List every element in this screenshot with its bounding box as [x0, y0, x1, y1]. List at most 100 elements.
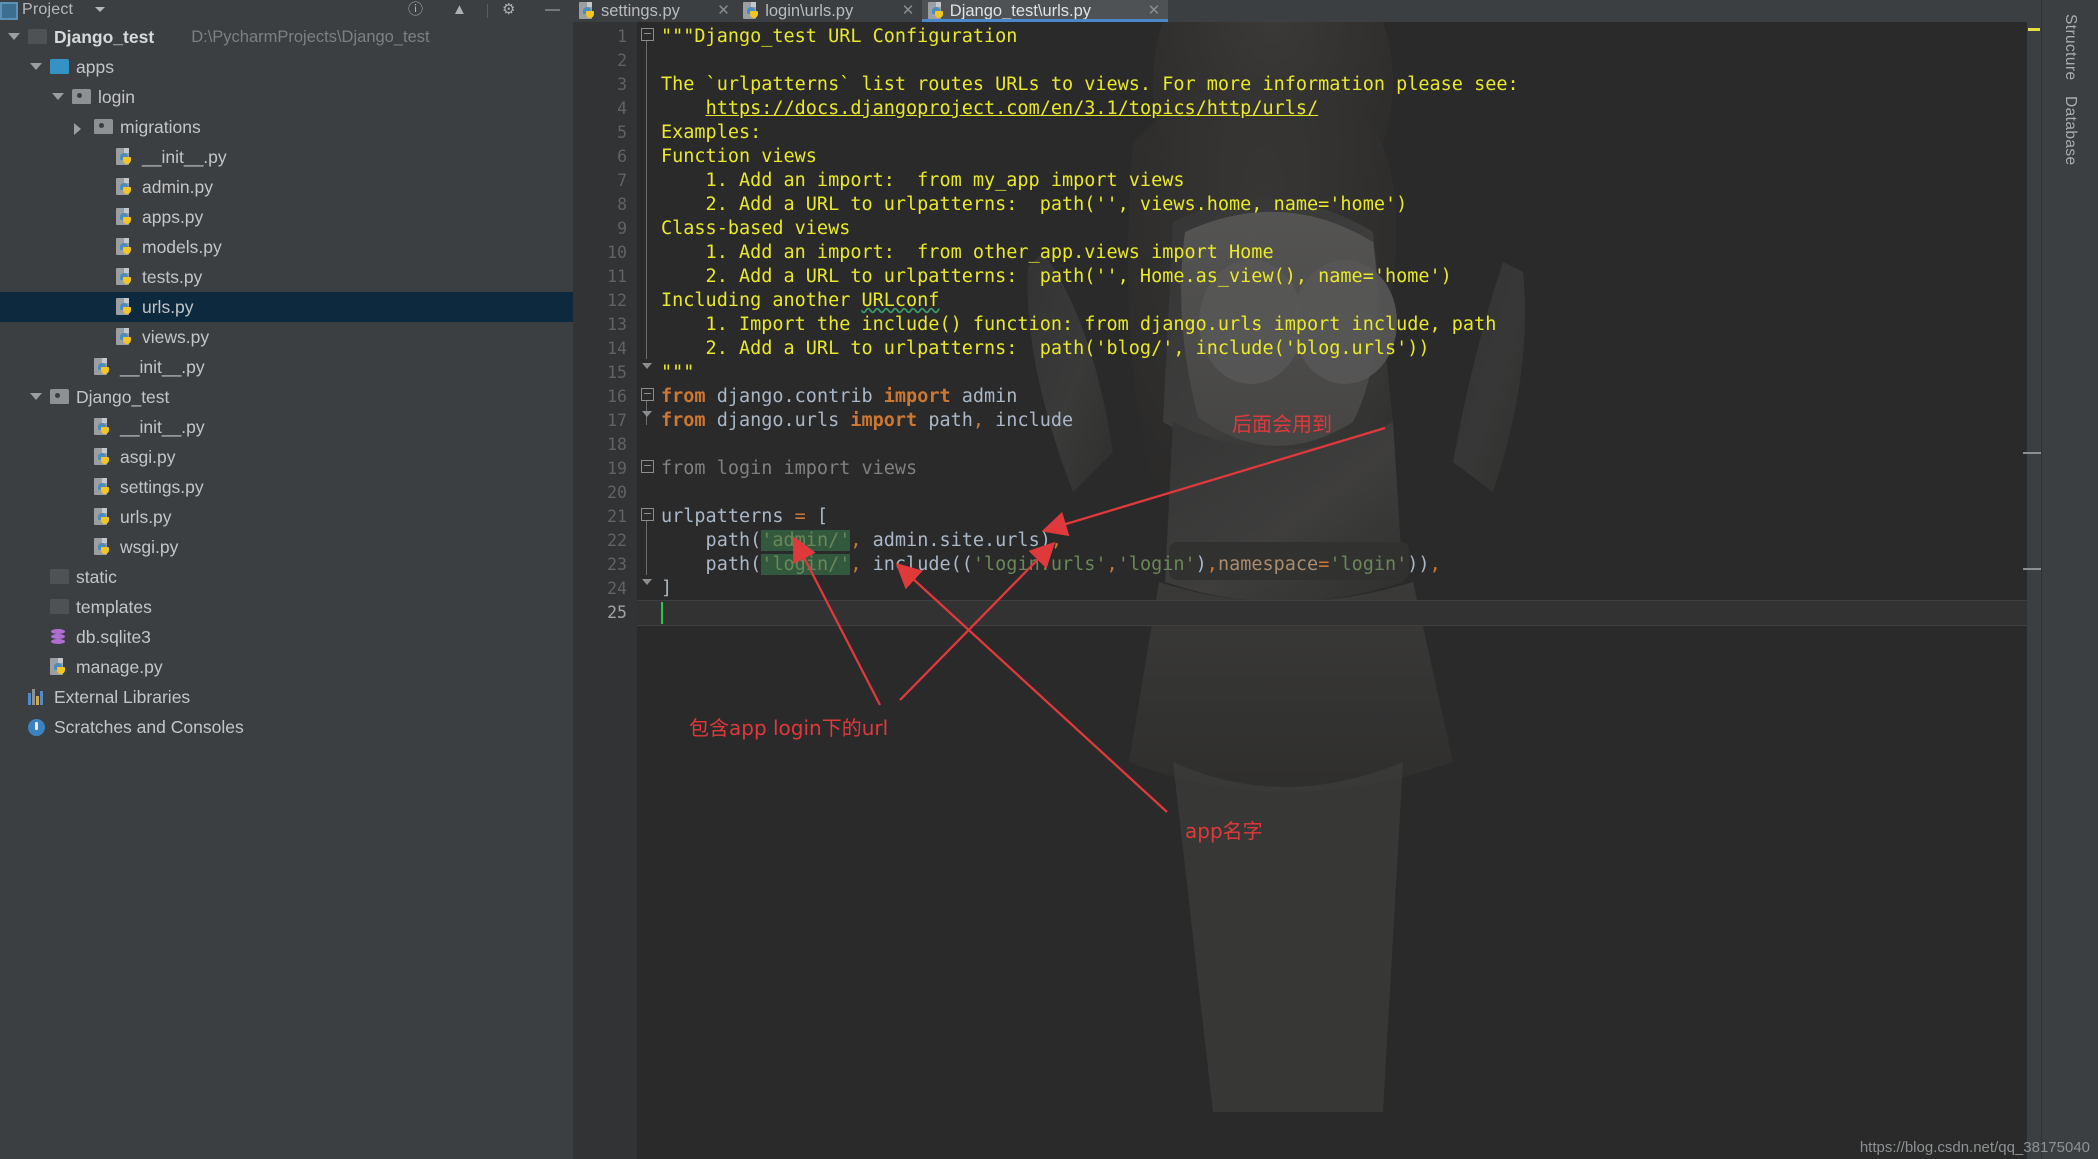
line-number: 13: [607, 315, 627, 334]
code-line[interactable]: urlpatterns = [: [661, 505, 828, 529]
code-token-kwarg: namespace: [1217, 554, 1319, 575]
chevron-down-icon[interactable]: [95, 7, 105, 12]
line-number: 18: [607, 435, 627, 454]
close-icon[interactable]: ✕: [1148, 0, 1161, 22]
editor-tab-login-urls-py[interactable]: login\urls.py ✕: [737, 0, 922, 22]
tree-item-admin-py[interactable]: admin.py: [0, 172, 573, 202]
python-file-icon: [94, 508, 111, 526]
marker-warning[interactable]: [2028, 28, 2040, 31]
code-line[interactable]: from login import views: [661, 457, 917, 481]
code-token-doc: Class-based views: [661, 218, 851, 239]
code-line[interactable]: 1. Add an import: from my_app import vie…: [661, 169, 1185, 193]
tree-item-apps-py[interactable]: apps.py: [0, 202, 573, 232]
close-icon[interactable]: ✕: [902, 0, 915, 22]
marker-fold[interactable]: [2023, 452, 2041, 454]
tree-item-models-py[interactable]: models.py: [0, 232, 573, 262]
editor-tab-django_test-urls-py[interactable]: Django_test\urls.py ✕: [921, 0, 1168, 22]
python-file-icon: [743, 2, 760, 20]
twisty-collapsed-icon[interactable]: [74, 123, 81, 135]
tree-item-tests-py[interactable]: tests.py: [0, 262, 573, 292]
code-token-cm: =: [1318, 554, 1330, 575]
fold-docstring-end[interactable]: [641, 363, 652, 369]
tree-item-__init__-py[interactable]: __init__.py: [0, 412, 573, 442]
structure-tool-window[interactable]: Structure: [2061, 14, 2079, 81]
code-editor[interactable]: 1 2 3 4 5 6 7 8 9 10 11 12 13 14 15 16 17 18 19 20 21 22 23 24 2…: [573, 22, 2041, 1159]
fold-urlpatterns-end[interactable]: [641, 579, 652, 585]
tree-item-migrations[interactable]: migrations: [0, 112, 573, 142]
code-line[interactable]: 2. Add a URL to urlpatterns: path('blog/…: [661, 337, 1430, 361]
tree-item-wsgi-py[interactable]: wsgi.py: [0, 532, 573, 562]
twisty-expanded-icon[interactable]: [30, 393, 42, 400]
tree-item-scratches and consoles[interactable]: Scratches and Consoles: [0, 712, 573, 742]
twisty-expanded-icon[interactable]: [30, 63, 42, 70]
fold-import-login[interactable]: [641, 460, 654, 473]
code-token-gray: from login import views: [661, 458, 918, 479]
marker-fold-2[interactable]: [2023, 568, 2041, 570]
tree-item-label: External Libraries: [54, 687, 191, 707]
code-line[interactable]: from django.urls import path, include: [661, 409, 1073, 433]
tree-item-db-sqlite3[interactable]: db.sqlite3: [0, 622, 573, 652]
tree-item-django_test[interactable]: Django_test D:\PycharmProjects\Django_tes…: [0, 22, 573, 52]
tree-item-urls-py[interactable]: urls.py: [0, 292, 573, 322]
tree-item-urls-py[interactable]: urls.py: [0, 502, 573, 532]
tree-item-static[interactable]: static: [0, 562, 573, 592]
code-line[interactable]: Including another URLconf: [661, 289, 939, 313]
tree-item-settings-py[interactable]: settings.py: [0, 472, 573, 502]
tree-item-views-py[interactable]: views.py: [0, 322, 573, 352]
code-line[interactable]: 1. Import the include() function: from d…: [661, 313, 1497, 337]
twisty-expanded-icon[interactable]: [8, 33, 20, 40]
code-line[interactable]: Function views: [661, 145, 817, 169]
code-token-id: django.contrib: [705, 386, 884, 407]
line-number: 7: [617, 171, 627, 190]
line-number: 15: [607, 363, 627, 382]
database-tool-window[interactable]: Database: [2061, 96, 2079, 166]
code-token-cm: ,: [1050, 530, 1062, 551]
folder-module-icon: [72, 89, 91, 104]
project-tree[interactable]: Django_test D:\PycharmProjects\Django_tes…: [0, 22, 573, 1159]
folder-icon: [50, 569, 69, 584]
editor-tab-bar[interactable]: settings.py ✕ login\urls.py ✕ Django_test\ur…: [573, 0, 2041, 22]
twisty-expanded-icon[interactable]: [52, 93, 64, 100]
settings-gear-icon[interactable]: ⚙: [502, 2, 515, 18]
fold-docstring-start[interactable]: [641, 28, 654, 41]
code-line[interactable]: 1. Add an import: from other_app.views i…: [661, 241, 1274, 265]
tree-item-__init__-py[interactable]: __init__.py: [0, 142, 573, 172]
editor-tab-settings-py[interactable]: settings.py ✕: [573, 0, 737, 22]
tree-item-templates[interactable]: templates: [0, 592, 573, 622]
tree-item-django_test[interactable]: Django_test: [0, 382, 573, 412]
code-line[interactable]: ]: [661, 577, 672, 601]
code-line[interactable]: """: [661, 361, 694, 385]
tree-item-login[interactable]: login: [0, 82, 573, 112]
tree-item-label: manage.py: [76, 657, 163, 677]
code-line[interactable]: https://docs.djangoproject.com/en/3.1/to…: [661, 97, 1319, 121]
close-icon[interactable]: ✕: [717, 0, 730, 22]
code-token-id: ]: [661, 578, 673, 599]
help-icon[interactable]: ⓘ: [408, 2, 423, 18]
python-file-icon: [94, 418, 111, 436]
collapse-all-icon[interactable]: ▲: [452, 2, 467, 18]
code-line[interactable]: """Django_test URL Configuration: [661, 25, 1017, 49]
fold-imports-end[interactable]: [641, 411, 652, 417]
tree-item-__init__-py[interactable]: __init__.py: [0, 352, 573, 382]
hide-panel-icon[interactable]: —: [545, 2, 560, 18]
fold-urlpatterns-start[interactable]: [641, 508, 654, 521]
code-token-doc: """: [661, 362, 695, 383]
tree-item-manage-py[interactable]: manage.py: [0, 652, 573, 682]
editor-marker-bar[interactable]: [2023, 22, 2041, 1159]
code-line[interactable]: path('login/', include(('login.urls','lo…: [661, 553, 1441, 577]
code-line[interactable]: The `urlpatterns` list routes URLs to vi…: [661, 73, 1519, 97]
code-line[interactable]: path('admin/', admin.site.urls),: [661, 529, 1062, 553]
code-line[interactable]: 2. Add a URL to urlpatterns: path('', Ho…: [661, 265, 1452, 289]
tree-item-asgi-py[interactable]: asgi.py: [0, 442, 573, 472]
code-folding-column[interactable]: [637, 22, 657, 1159]
code-line[interactable]: Class-based views: [661, 217, 850, 241]
code-line[interactable]: 2. Add a URL to urlpatterns: path('', vi…: [661, 193, 1408, 217]
fold-imports-start[interactable]: [641, 388, 654, 401]
tree-item-external libraries[interactable]: External Libraries: [0, 682, 573, 712]
code-line[interactable]: from django.contrib import admin: [661, 385, 1017, 409]
code-line[interactable]: Examples:: [661, 121, 761, 145]
code-token-cm: ,: [850, 554, 862, 575]
line-number: 22: [607, 531, 627, 550]
tree-item-apps[interactable]: apps: [0, 52, 573, 82]
tree-item-label: views.py: [142, 327, 210, 347]
